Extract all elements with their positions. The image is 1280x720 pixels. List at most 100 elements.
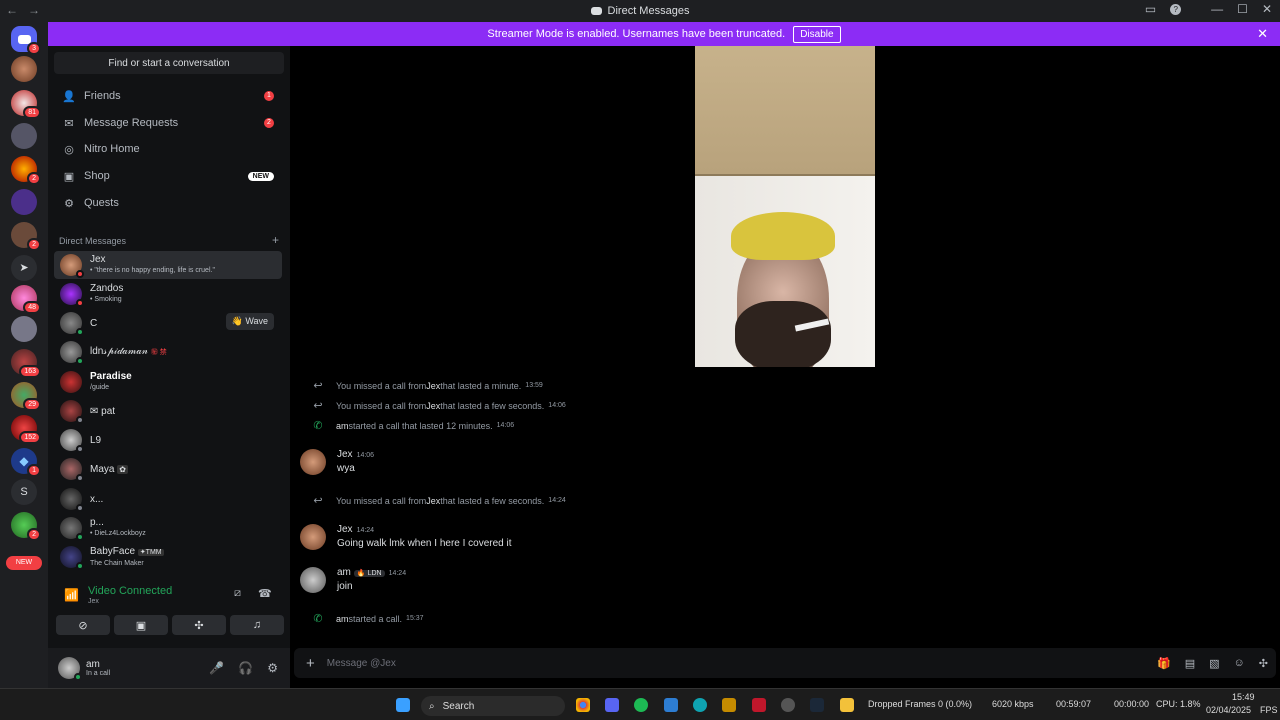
telegram-icon[interactable]: ➤ — [11, 255, 37, 281]
app-icon[interactable] — [752, 698, 766, 712]
help-icon[interactable]: ? — [1170, 3, 1182, 15]
shop-icon: ▣ — [63, 170, 75, 183]
banner-close-icon[interactable]: ✕ — [1257, 26, 1268, 42]
activities-button[interactable]: ✣ — [172, 615, 226, 635]
search-conversation-input[interactable]: Find or start a conversation — [54, 52, 284, 74]
dm-item-ldn[interactable]: ldn𝓈𝓅𝒾𝒹𝒶𝓂𝒶𝓃 ㊙ 禁 — [54, 338, 282, 366]
server-icon[interactable]: 163 — [11, 349, 41, 378]
app-icon[interactable] — [664, 698, 678, 712]
system-message-missed-call: ↩ You missed a call from Jex that lasted… — [300, 379, 542, 392]
obs-dropped-frames: Dropped Frames 0 (0.0%) — [868, 699, 973, 709]
search-icon: ⌕ — [429, 700, 435, 712]
dm-name: BabyFace ✦TMM — [90, 545, 164, 557]
edge-icon[interactable] — [693, 698, 707, 712]
video-stream-tile[interactable] — [695, 46, 875, 367]
home-button[interactable]: 3 — [11, 26, 41, 55]
server-icon[interactable]: 2 — [11, 222, 41, 251]
gif-icon[interactable]: ▤ — [1185, 657, 1195, 670]
dm-item-x[interactable]: x... — [54, 485, 282, 513]
dm-name: Maya ✿ — [90, 463, 128, 475]
dm-status: /guide — [90, 384, 110, 391]
server-letter-icon[interactable]: S — [11, 479, 37, 505]
message-avatar[interactable] — [300, 449, 326, 475]
screenshare-button[interactable]: ▣ — [114, 615, 168, 635]
windows-start-icon[interactable] — [396, 698, 410, 712]
dm-item-jex[interactable]: Jex • "there is no happy ending, life is … — [54, 251, 282, 279]
avatar — [60, 400, 84, 424]
message-avatar[interactable] — [300, 524, 326, 550]
headphones-icon[interactable]: 🎧 — [238, 661, 253, 675]
emoji-icon[interactable]: ☺ — [1234, 657, 1245, 670]
soundboard-button[interactable]: ♫ — [230, 615, 284, 635]
voice-status[interactable]: Video Connected — [88, 585, 172, 597]
server-icon[interactable] — [11, 189, 37, 215]
message-author[interactable]: Jex — [337, 524, 353, 535]
server-icon[interactable] — [11, 316, 37, 342]
dm-item-zandos[interactable]: Zandos • Smoking — [54, 280, 282, 308]
banner-text: Streamer Mode is enabled. Usernames have… — [487, 28, 786, 40]
minimize-icon[interactable]: — — [1211, 2, 1223, 16]
microphone-icon[interactable]: 🎤 — [209, 661, 224, 675]
user-avatar[interactable] — [58, 657, 82, 681]
create-dm-button[interactable]: + — [272, 234, 279, 246]
spotify-icon[interactable] — [634, 698, 648, 712]
nav-quests[interactable]: ⚙ Quests — [54, 191, 282, 215]
dm-item-l9[interactable]: L9 — [54, 426, 282, 454]
noise-suppression-icon[interactable]: ⧄ — [234, 587, 241, 600]
dm-item-pat[interactable]: ✉ pat — [54, 397, 282, 425]
disable-streamer-button[interactable]: Disable — [793, 25, 841, 43]
nav-nitro-home[interactable]: ◎ Nitro Home — [54, 137, 282, 161]
camera-off-button[interactable]: ⊘ — [56, 615, 110, 635]
dm-item-paradise[interactable]: Paradise/guide — [54, 368, 282, 396]
dm-name: Paradise — [90, 371, 132, 382]
message-author[interactable]: am — [337, 567, 351, 578]
chrome-icon[interactable] — [576, 698, 590, 712]
avatar — [60, 283, 84, 307]
disconnect-icon[interactable]: ☎ — [258, 587, 272, 600]
message-time: 14:24 — [356, 527, 375, 534]
taskbar-search[interactable]: ⌕ Search — [421, 696, 565, 716]
friends-badge: 1 — [264, 91, 274, 101]
file-explorer-icon[interactable] — [840, 698, 854, 712]
wave-button[interactable]: 👋 Wave — [225, 313, 274, 330]
new-unreads-pill[interactable]: NEW — [6, 556, 42, 570]
message-avatar[interactable] — [300, 567, 326, 593]
sticker-icon[interactable]: ▧ — [1209, 657, 1219, 670]
steam-icon[interactable] — [810, 698, 824, 712]
message-input[interactable]: Message @Jex — [327, 658, 396, 669]
friends-icon: 👤 — [62, 90, 76, 103]
nav-shop[interactable]: ▣ Shop NEW — [54, 164, 282, 188]
dm-avatar-1[interactable] — [11, 56, 37, 82]
message-composer[interactable]: + Message @Jex 🎁 ▤ ▧ ☺ ✣ — [294, 648, 1276, 678]
mail-icon: ✉ — [64, 117, 74, 130]
close-window-icon[interactable]: ✕ — [1262, 2, 1272, 16]
server-icon[interactable]: 81 — [11, 90, 41, 119]
avatar — [60, 546, 84, 570]
server-icon[interactable]: 29 — [11, 382, 41, 411]
discord-taskbar-icon[interactable] — [605, 698, 619, 712]
server-icon[interactable]: 2 — [11, 156, 41, 185]
server-icon[interactable]: 48 — [11, 285, 41, 314]
apps-icon[interactable]: ✣ — [1259, 657, 1268, 670]
server-icon[interactable] — [11, 123, 37, 149]
settings-gear-icon[interactable]: ⚙ — [267, 661, 278, 675]
attach-plus-icon[interactable]: + — [306, 655, 315, 672]
app-icon[interactable] — [722, 698, 736, 712]
server-icon[interactable]: 152 — [11, 415, 41, 444]
server-icon[interactable]: ◆ 1 — [11, 448, 41, 477]
nav-message-requests[interactable]: ✉ Message Requests 2 — [54, 111, 282, 135]
forward-arrow-icon[interactable]: → — [28, 3, 40, 17]
inbox-icon[interactable]: ▭ — [1145, 2, 1156, 16]
server-icon[interactable]: 2 — [11, 512, 41, 541]
signal-icon[interactable]: 📶 — [64, 588, 79, 602]
dm-item-maya[interactable]: Maya ✿ — [54, 455, 282, 483]
message-author[interactable]: Jex — [337, 449, 353, 460]
nav-friends[interactable]: 👤 Friends 1 — [54, 84, 282, 108]
maximize-icon[interactable]: ☐ — [1237, 2, 1248, 16]
dm-item-babyface[interactable]: BabyFace ✦TMM The Chain Maker — [54, 543, 282, 571]
dm-item-p[interactable]: p... • DieLz4Lockboyz — [54, 514, 282, 542]
dm-item-c[interactable]: C 👋 Wave — [54, 309, 282, 337]
back-arrow-icon[interactable]: ← — [6, 3, 18, 17]
gift-icon[interactable]: 🎁 — [1157, 657, 1171, 670]
app-icon[interactable] — [781, 698, 795, 712]
